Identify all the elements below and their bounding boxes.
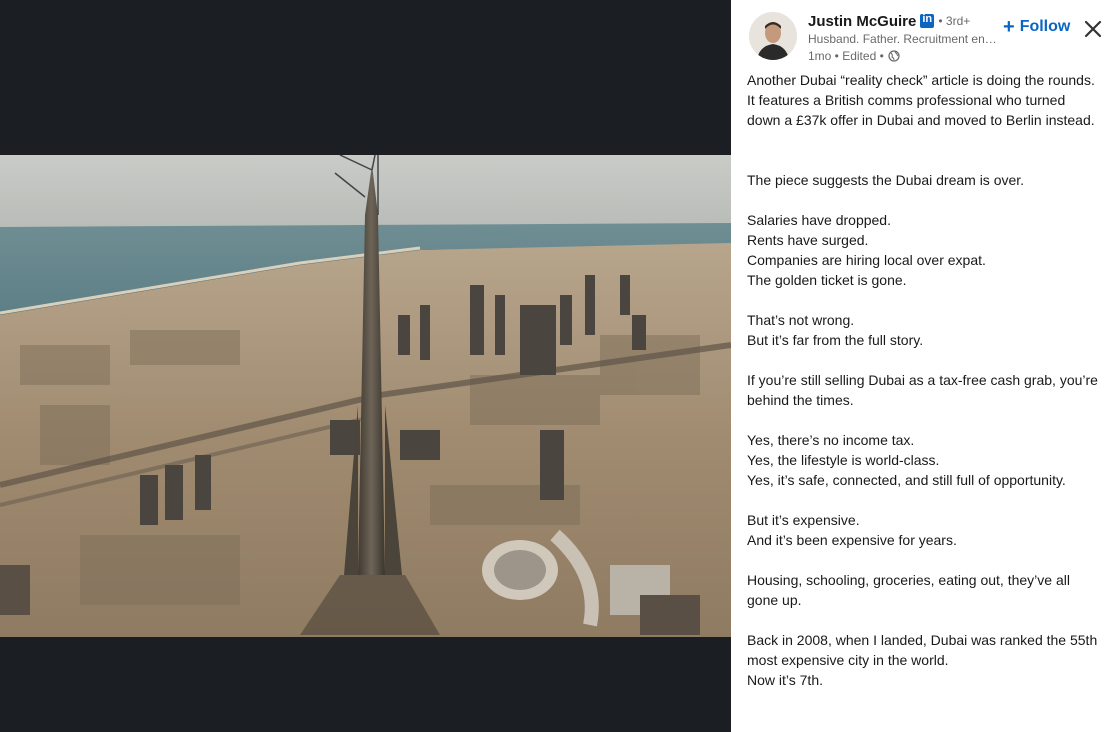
close-button[interactable] [1082, 18, 1104, 40]
plus-icon: + [1003, 16, 1015, 38]
globe-icon [888, 50, 900, 62]
media-viewer [0, 0, 731, 732]
text-line: Yes, it’s safe, connected, and still ful… [747, 472, 1066, 488]
text-line: That’s not wrong. [747, 312, 855, 328]
follow-button[interactable]: + Follow [1003, 15, 1070, 39]
paragraph: Back in 2008, when I landed, Dubai was r… [747, 630, 1102, 690]
text-line: The golden ticket is gone. [747, 272, 907, 288]
profile-photo [749, 12, 797, 60]
post-timestamp: 1mo • Edited • [808, 49, 884, 63]
text-line: Yes, the lifestyle is world-class. [747, 452, 940, 468]
text-line: Another Dubai “reality check” article is… [747, 72, 1095, 88]
author-name[interactable]: Justin McGuire [808, 13, 916, 30]
paragraph: Salaries have dropped. Rents have surged… [747, 210, 1102, 290]
text-line: Rents have surged. [747, 232, 869, 248]
paragraph: Housing, schooling, groceries, eating ou… [747, 570, 1102, 610]
text-line: Now it’s 7th. [747, 672, 823, 688]
text-line: If you’re still selling Dubai as a tax-f… [747, 372, 1098, 408]
text-line: Housing, schooling, groceries, eating ou… [747, 572, 1070, 608]
text-line: Salaries have dropped. [747, 212, 891, 228]
connection-degree: • 3rd+ [938, 14, 971, 28]
linkedin-icon [920, 13, 935, 28]
paragraph: But it’s expensive. And it’s been expens… [747, 510, 1102, 550]
author-headline: Husband. Father. Recruitment ent... [808, 32, 998, 46]
post-text: Another Dubai “reality check” article is… [747, 70, 1102, 690]
follow-label: Follow [1019, 18, 1071, 35]
paragraph: That’s not wrong. But it’s far from the … [747, 310, 1102, 350]
avatar[interactable] [749, 12, 797, 60]
author-info: Justin McGuire • 3rd+ Husband. Father. R… [808, 11, 1028, 64]
paragraph: Another Dubai “reality check” article is… [747, 70, 1102, 130]
text-line: It features a British comms professional… [747, 92, 1095, 128]
post-detail-panel: Justin McGuire • 3rd+ Husband. Father. R… [731, 0, 1112, 732]
paragraph: If you’re still selling Dubai as a tax-f… [747, 370, 1102, 410]
text-line: Yes, there’s no income tax. [747, 432, 915, 448]
text-line: The piece suggests the Dubai dream is ov… [747, 172, 1025, 188]
paragraph: Yes, there’s no income tax. Yes, the lif… [747, 430, 1102, 490]
text-line: Companies are hiring local over expat. [747, 252, 986, 268]
text-line: But it’s expensive. [747, 512, 860, 528]
text-line: And it’s been expensive for years. [747, 532, 957, 548]
post-image[interactable] [0, 155, 731, 637]
paragraph: The piece suggests the Dubai dream is ov… [747, 170, 1102, 190]
author-name-row: Justin McGuire • 3rd+ [808, 11, 1028, 31]
aerial-city-photo [0, 155, 731, 637]
text-line: Back in 2008, when I landed, Dubai was r… [747, 632, 1098, 668]
post-meta: 1mo • Edited • [808, 48, 1028, 64]
text-line: But it’s far from the full story. [747, 332, 924, 348]
close-icon [1084, 20, 1102, 38]
